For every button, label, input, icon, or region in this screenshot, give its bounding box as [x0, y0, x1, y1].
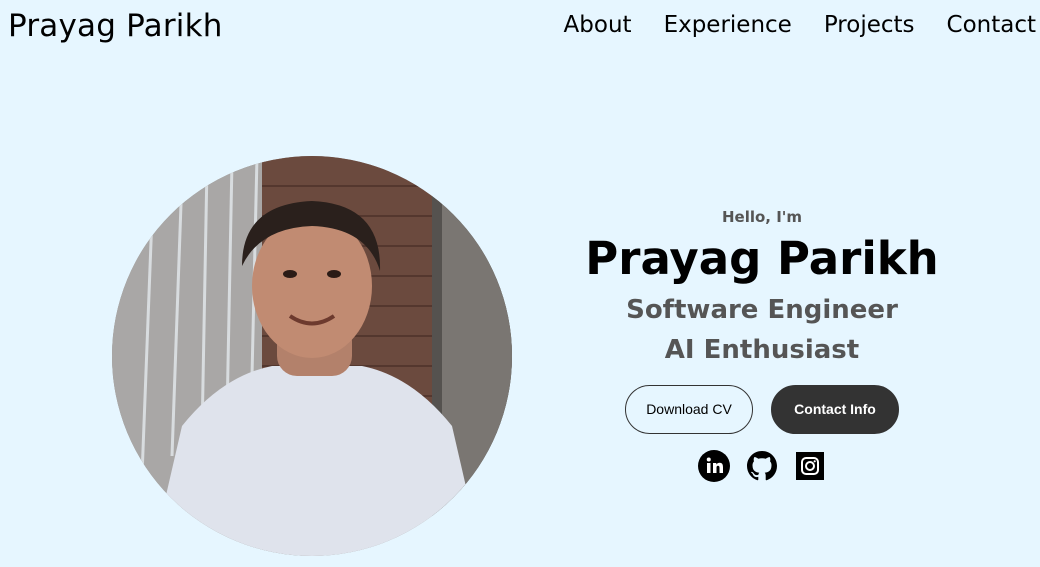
brand-logo[interactable]: Prayag Parikh	[8, 8, 223, 44]
github-icon[interactable]	[746, 450, 778, 482]
hero-section: Hello, I'm Prayag Parikh Software Engine…	[552, 208, 972, 482]
greeting-text: Hello, I'm	[721, 208, 803, 226]
nav-link-experience[interactable]: Experience	[664, 12, 792, 38]
role-software-engineer: Software Engineer	[626, 295, 898, 325]
profile-photo-illustration	[112, 156, 512, 556]
profile-picture	[112, 156, 512, 556]
nav-link-about[interactable]: About	[564, 12, 632, 38]
hero-buttons: Download CV Contact Info	[552, 384, 972, 434]
portfolio-page: Prayag Parikh About Experience Projects …	[0, 0, 1040, 567]
contact-info-button[interactable]: Contact Info	[771, 384, 899, 434]
instagram-icon[interactable]	[794, 450, 826, 482]
nav-link-contact[interactable]: Contact	[947, 12, 1036, 38]
nav-link-projects[interactable]: Projects	[824, 12, 915, 38]
role-ai-enthusiast: AI Enthusiast	[664, 335, 860, 366]
hero-name: Prayag Parikh	[585, 232, 939, 285]
linkedin-icon[interactable]	[698, 449, 730, 482]
social-links	[552, 449, 972, 482]
top-nav: About Experience Projects Contact	[564, 12, 1036, 38]
download-cv-button[interactable]: Download CV	[625, 384, 753, 434]
